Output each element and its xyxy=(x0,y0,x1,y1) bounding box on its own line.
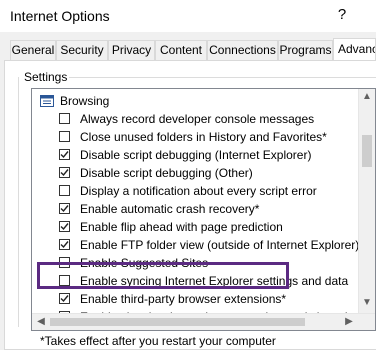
setting-label: Enable syncing Internet Explorer setting… xyxy=(80,274,349,288)
setting-row[interactable]: Always record developer console messages xyxy=(32,110,358,128)
setting-checkbox[interactable] xyxy=(59,275,70,286)
tab-programs[interactable]: Programs xyxy=(278,40,333,60)
setting-label: Enable third-party browser extensions* xyxy=(80,292,287,306)
setting-checkbox[interactable] xyxy=(59,203,70,214)
chevron-left-icon[interactable]: ◀ xyxy=(34,316,48,327)
setting-row[interactable]: Disable script debugging (Internet Explo… xyxy=(32,146,358,164)
tab-connections[interactable]: Connections xyxy=(207,40,278,60)
checkmark-icon xyxy=(60,151,69,159)
group-border-left xyxy=(18,77,19,327)
chevron-up-icon[interactable]: ▲ xyxy=(360,91,374,102)
checkmark-icon xyxy=(60,295,69,303)
tab-general[interactable]: General xyxy=(10,40,56,60)
group-title: Browsing xyxy=(60,94,110,108)
setting-label: Display a notification about every scrip… xyxy=(80,184,317,198)
tab-advanced[interactable]: Advanc xyxy=(333,38,376,61)
setting-label: Enable FTP folder view (outside of Inter… xyxy=(80,238,360,252)
setting-checkbox[interactable] xyxy=(59,257,70,268)
setting-row[interactable]: Disable script debugging (Other) xyxy=(32,164,358,182)
setting-checkbox[interactable] xyxy=(59,239,70,250)
checkmark-icon xyxy=(60,241,69,249)
help-button[interactable]: ? xyxy=(334,6,350,26)
window-title: Internet Options xyxy=(10,8,110,24)
setting-label: Enable flip ahead with page prediction xyxy=(80,220,283,234)
setting-row[interactable]: Enable automatic crash recovery* xyxy=(32,200,358,218)
tab-strip: General Security Privacy Content Connect… xyxy=(0,38,376,61)
folder-icon xyxy=(40,95,54,107)
horizontal-scroll-thumb[interactable] xyxy=(50,318,305,326)
setting-label: Close unused folders in History and Favo… xyxy=(80,130,327,144)
tab-security[interactable]: Security xyxy=(56,40,108,60)
setting-checkbox[interactable] xyxy=(59,185,70,196)
setting-checkbox[interactable] xyxy=(59,131,70,142)
setting-label: Always record developer console messages xyxy=(80,112,315,126)
title-bar: Internet Options ? xyxy=(0,0,376,32)
setting-row[interactable]: Enable FTP folder view (outside of Inter… xyxy=(32,236,360,254)
setting-checkbox[interactable] xyxy=(59,149,70,160)
tab-content[interactable]: Content xyxy=(155,40,207,60)
setting-label: Disable script debugging (Other) xyxy=(80,166,253,180)
chevron-down-icon[interactable]: ▼ xyxy=(360,297,374,308)
setting-row[interactable]: Close unused folders in History and Favo… xyxy=(32,128,358,146)
setting-row[interactable]: Enable third-party browser extensions* xyxy=(32,290,358,308)
setting-label: Enable Suggested Sites xyxy=(80,256,209,270)
setting-checkbox[interactable] xyxy=(59,221,70,232)
checkmark-icon xyxy=(60,205,69,213)
setting-row[interactable]: Enable syncing Internet Explorer setting… xyxy=(32,272,358,290)
setting-row[interactable]: Display a notification about every scrip… xyxy=(32,182,358,200)
group-header-browsing: Browsing xyxy=(32,92,358,110)
horizontal-scrollbar[interactable]: ◀ ▶ xyxy=(32,313,375,330)
setting-label: Enable automatic crash recovery* xyxy=(80,202,260,216)
vertical-scroll-thumb[interactable] xyxy=(362,135,372,167)
settings-list[interactable]: Browsing Always record developer console… xyxy=(31,88,376,331)
tab-privacy[interactable]: Privacy xyxy=(108,40,155,60)
group-border-top xyxy=(66,77,376,78)
chevron-right-icon[interactable]: ▶ xyxy=(342,316,356,327)
setting-row[interactable]: Enable flip ahead with page prediction xyxy=(32,218,358,236)
checkmark-icon xyxy=(60,223,69,231)
checkmark-icon xyxy=(60,169,69,177)
setting-row[interactable]: Enable Suggested Sites xyxy=(32,254,358,272)
settings-group-label: Settings xyxy=(22,70,70,84)
setting-checkbox[interactable] xyxy=(59,167,70,178)
setting-label: Disable script debugging (Internet Explo… xyxy=(80,148,312,162)
vertical-scrollbar[interactable]: ▲ ▼ xyxy=(358,89,375,313)
setting-checkbox[interactable] xyxy=(59,113,70,124)
setting-checkbox[interactable] xyxy=(59,293,70,304)
